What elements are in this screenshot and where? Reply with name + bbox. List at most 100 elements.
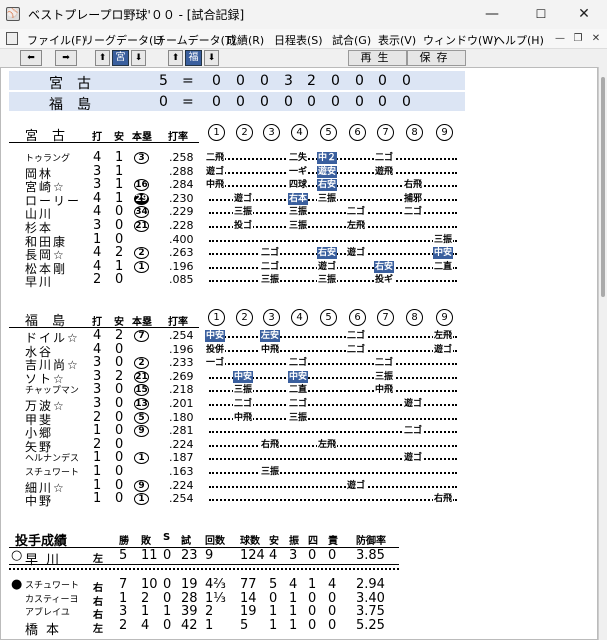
menu-view[interactable]: 表示(V) bbox=[378, 32, 416, 48]
at-bat-result: 二飛 bbox=[205, 152, 226, 164]
pitcher-s: 0 bbox=[163, 618, 172, 633]
pitcher-name[interactable]: 早川 bbox=[25, 549, 67, 568]
batter-name[interactable]: トゥラング bbox=[25, 151, 70, 164]
pitcher-ip: 4⅔ bbox=[205, 577, 226, 592]
at-bat-result: 中飛 bbox=[260, 343, 281, 356]
close-button[interactable]: ✕ bbox=[561, 0, 607, 29]
pitcher-hand: 左 bbox=[93, 624, 103, 635]
batter-avg: .230 bbox=[169, 191, 194, 205]
menu-league-data[interactable]: リーグデータ(L) bbox=[83, 32, 164, 48]
document-icon[interactable] bbox=[6, 32, 18, 45]
mdi-restore-icon[interactable]: ❐ bbox=[570, 31, 586, 46]
at-bat-result: 右安 bbox=[374, 260, 395, 273]
scoreboard-inning-score: 0 bbox=[355, 73, 364, 89]
pitcher-era: 3.85 bbox=[356, 548, 385, 563]
inning-number-7: 7 bbox=[377, 124, 394, 141]
batter-avg: .233 bbox=[169, 356, 194, 370]
pitcher-era: 5.25 bbox=[356, 618, 385, 633]
home-run-count: 3 bbox=[134, 152, 149, 164]
vertical-scrollbar[interactable] bbox=[598, 67, 607, 640]
mdi-minimize-icon[interactable]: — bbox=[552, 31, 568, 46]
menu-team-data[interactable]: チームデータ(T) bbox=[155, 32, 236, 48]
pitching-col-header: 振 bbox=[289, 536, 299, 547]
scrollbar-thumb[interactable] bbox=[601, 77, 605, 297]
team2-up-button[interactable]: ⬆ bbox=[168, 50, 183, 66]
app-icon: ⚾ bbox=[6, 7, 20, 21]
home-run-count: 21 bbox=[134, 370, 149, 383]
pitcher-g: 23 bbox=[181, 548, 198, 563]
team1-up-button[interactable]: ⬆ bbox=[95, 50, 110, 66]
menu-window[interactable]: ウィンドウ(W) bbox=[423, 32, 497, 48]
batter-avg: .281 bbox=[169, 424, 194, 438]
pitcher-name[interactable]: スチュワート bbox=[25, 578, 79, 591]
pitcher-er: 0 bbox=[328, 548, 337, 563]
batter-avg: .218 bbox=[169, 383, 194, 397]
team2-selector[interactable]: 福 bbox=[185, 50, 202, 66]
col-hr-header: 本塁 bbox=[132, 317, 152, 328]
scoreboard-inning-score: 2 bbox=[307, 73, 316, 89]
menu-schedule[interactable]: 日程表(S) bbox=[274, 32, 323, 48]
at-bat-result: 遊ゴ bbox=[233, 192, 254, 205]
at-bat-result: 三振 bbox=[317, 274, 338, 287]
at-bat-result: 遊安 bbox=[317, 165, 338, 178]
at-bat-result: 中安 bbox=[233, 370, 254, 383]
inning-number-3: 3 bbox=[263, 124, 280, 141]
batter-avg: .228 bbox=[169, 219, 194, 232]
home-run-count: 15 bbox=[134, 384, 149, 397]
pitcher-name[interactable]: アブレイユ bbox=[25, 605, 70, 618]
replay-button[interactable]: 再生 bbox=[348, 50, 407, 66]
batter-avg: .163 bbox=[169, 465, 194, 478]
pitcher-name[interactable]: 橋本 bbox=[25, 619, 67, 638]
at-bat-result: 中飛 bbox=[374, 384, 395, 397]
save-button[interactable]: 保存 bbox=[407, 50, 466, 66]
home-run-count: 16 bbox=[134, 179, 149, 192]
scoreboard-inning-score: 0 bbox=[307, 94, 316, 110]
maximize-button[interactable]: ☐ bbox=[518, 0, 564, 29]
at-bat-result: 投ギ bbox=[374, 274, 395, 287]
scoreboard-inning-score: 0 bbox=[402, 94, 411, 110]
menu-stats[interactable]: 成績(R) bbox=[226, 32, 264, 48]
team1-selector[interactable]: 宮 bbox=[112, 50, 129, 66]
team2-down-button[interactable]: ⬇ bbox=[204, 50, 219, 66]
pitcher-ip: 9 bbox=[205, 548, 214, 563]
team1-down-button[interactable]: ⬇ bbox=[131, 50, 146, 66]
batter-name[interactable]: 中野 bbox=[25, 492, 53, 509]
menu-file[interactable]: ファイル(F) bbox=[27, 32, 86, 48]
at-bat-result: 二ゴ bbox=[346, 330, 367, 342]
pitcher-name[interactable]: カスティーヨ bbox=[25, 592, 78, 605]
at-bat-result: 右飛 bbox=[433, 493, 454, 506]
pitcher-w: 7 bbox=[119, 577, 128, 592]
at-bat-result: 三振 bbox=[260, 274, 281, 287]
minimize-button[interactable]: — bbox=[469, 0, 515, 29]
at-bat-result: 一ギ bbox=[288, 165, 309, 178]
at-bat-result: 二ゴ bbox=[260, 247, 281, 260]
pitching-col-header: 球数 bbox=[240, 536, 260, 547]
batter-avg: .254 bbox=[169, 329, 194, 342]
at-bat-result: 二ゴ bbox=[346, 206, 367, 219]
mdi-close-icon[interactable]: ✕ bbox=[588, 31, 604, 46]
scoreboard-row: 宮古 5 = 0 0 0 3 2 0 0 0 0 bbox=[9, 71, 465, 92]
at-bat-result: 三振 bbox=[433, 233, 454, 246]
batter-name[interactable]: ヘルナンデス bbox=[25, 451, 79, 464]
batter-name[interactable]: チャップマン bbox=[25, 383, 79, 396]
batter-name[interactable]: 早川 bbox=[25, 273, 53, 290]
at-bat-result: 投ゴ bbox=[233, 220, 254, 232]
game-record-board: 宮古 5 = 0 0 0 3 2 0 0 0 0 福島 0 = 0 0 0 0 0 0 0 0 0 宮古打安本塁 打率 1 2 3 4 5 6… bbox=[0, 67, 598, 640]
prev-game-button[interactable]: ⬅ bbox=[20, 50, 42, 66]
pitcher-w: 3 bbox=[119, 604, 128, 619]
next-game-button[interactable]: ➡ bbox=[55, 50, 77, 66]
menu-help[interactable]: ヘルプ(H) bbox=[494, 32, 544, 48]
batter-name[interactable]: スチュワート bbox=[25, 465, 79, 478]
col-hits-header: 安 bbox=[114, 132, 124, 143]
at-bat-result: 捕邪 bbox=[403, 192, 424, 205]
pitcher-pitches: 124 bbox=[240, 548, 265, 563]
col-avg-header: 打率 bbox=[168, 132, 188, 143]
scoreboard-inning-score: 0 bbox=[331, 94, 340, 110]
home-run-count: 2 bbox=[134, 357, 149, 370]
at-bat-result: 遊ゴ bbox=[346, 479, 367, 492]
scoreboard-inning-score: 0 bbox=[260, 94, 269, 110]
at-bat-result: 遊ゴ bbox=[205, 165, 226, 178]
at-bat-result: 遊ゴ bbox=[317, 260, 338, 273]
menu-game[interactable]: 試合(G) bbox=[332, 32, 371, 48]
scoreboard-inning-score: 0 bbox=[212, 73, 221, 89]
